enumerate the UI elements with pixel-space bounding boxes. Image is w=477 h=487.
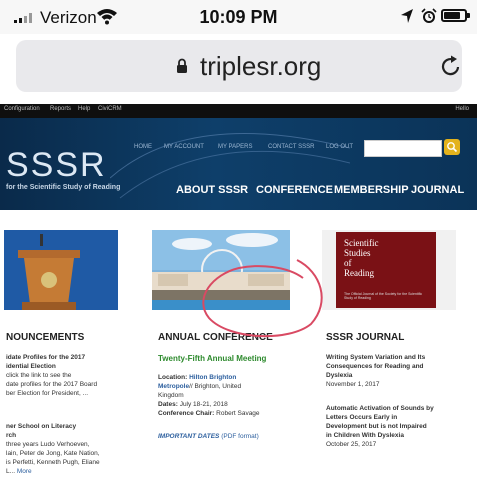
chair-label: Conference Chair: [158, 410, 215, 417]
nav-my-papers[interactable]: MY PAPERS [218, 144, 252, 150]
alarm-clock-icon [421, 8, 437, 23]
podium-icon [4, 230, 118, 310]
journal-article[interactable]: Automatic Activation of Sounds by Letter… [326, 404, 434, 449]
announcements-image[interactable] [4, 230, 118, 310]
location-arrow-icon [401, 9, 413, 23]
important-dates-link[interactable]: IMPORTANT DATES [158, 433, 219, 440]
more-link[interactable]: More [17, 468, 32, 475]
pdf-format-link[interactable]: (PDF format) [221, 433, 259, 440]
status-bar: Verizon 10:09 PM [0, 0, 477, 34]
site-search-button[interactable] [444, 139, 460, 155]
announcement-text: is Perfetti, Kenneth Pugh, Eliane [6, 459, 100, 466]
nav-log-out[interactable]: LOG OUT [326, 144, 353, 150]
location-text: Kingdom [158, 392, 184, 399]
venue-link[interactable]: Hilton Brighton [189, 374, 236, 381]
article-title[interactable]: Automatic Activation of Sounds by [326, 404, 434, 413]
announcement-title[interactable]: idate Profiles for the 2017 [6, 353, 97, 362]
conference-details: Location: Hilton Brighton Metropole// Br… [158, 373, 260, 418]
conference-subtitle: Twenty-Fifth Annual Meeting [158, 354, 267, 363]
location-text: // Brighton, United [189, 383, 242, 390]
venue-link[interactable]: Metropole [158, 383, 189, 390]
nav-about-sssr[interactable]: ABOUT SSSR [176, 184, 248, 196]
site-header: SSSR for the Scientific Study of Reading… [0, 118, 477, 210]
cover-title-line: Scientific [344, 238, 379, 248]
web-page: Configuration Reports Help CiviCRM Hello… [0, 104, 477, 487]
header-swoosh-decoration [110, 132, 350, 199]
announcement-text: date profiles for the 2017 Board [6, 381, 98, 388]
search-icon [447, 142, 458, 153]
lock-icon [177, 58, 187, 73]
announcement-text: click the link to see the [6, 372, 72, 379]
red-circle-annotation [202, 259, 323, 338]
location-label: Location: [158, 374, 188, 381]
journal-article[interactable]: Writing System Variation and Its Consequ… [326, 353, 425, 389]
site-search-input[interactable] [364, 140, 442, 157]
article-title[interactable]: Dyslexia [326, 371, 425, 380]
announcement-title[interactable]: ner School on Literacy [6, 422, 100, 431]
article-title[interactable]: Consequences for Reading and [326, 362, 425, 371]
journal-heading: SSSR JOURNAL [326, 332, 405, 343]
article-title[interactable]: Development but is not Impaired [326, 422, 434, 431]
article-title[interactable]: Letters Occurs Early in [326, 413, 434, 422]
nav-conference[interactable]: CONFERENCE [256, 184, 333, 196]
nav-home[interactable]: HOME [134, 144, 152, 150]
announcement-text: three years Ludo Verhoeven, [6, 441, 90, 448]
admin-hello: Hello [455, 106, 469, 112]
cover-subtitle: The Official Journal of the Society for … [344, 292, 423, 300]
article-date: October 25, 2017 [326, 441, 377, 448]
admin-help-link[interactable]: Help [78, 106, 90, 112]
announcement-text: ber Election for President, ... [6, 390, 89, 397]
nav-contact-sssr[interactable]: CONTACT SSSR [268, 144, 314, 150]
important-dates[interactable]: IMPORTANT DATES (PDF format) [158, 432, 259, 441]
announcements-heading: NOUNCEMENTS [6, 332, 85, 343]
address-bar[interactable]: triplesr.org [16, 40, 462, 92]
cover-title-line: of [344, 258, 352, 268]
admin-toolbar: Configuration Reports Help CiviCRM Hello [0, 104, 477, 118]
reload-icon[interactable] [440, 54, 462, 78]
article-date: November 1, 2017 [326, 381, 380, 388]
announcement-item[interactable]: idate Profiles for the 2017 idential Ele… [6, 353, 97, 398]
cover-title-line: Studies [344, 248, 371, 258]
announcement-item[interactable]: ner School on Literacy rch three years L… [6, 422, 100, 476]
admin-reports-link[interactable]: Reports [50, 106, 71, 112]
site-logo[interactable]: SSSR [6, 146, 107, 185]
url-text[interactable]: triplesr.org [200, 51, 321, 82]
nav-my-account[interactable]: MY ACCOUNT [164, 144, 204, 150]
article-title[interactable]: in Children With Dyslexia [326, 431, 434, 440]
battery-icon [441, 9, 470, 22]
dates-label: Dates: [158, 401, 178, 408]
announcement-title[interactable]: rch [6, 431, 100, 440]
announcement-text: lain, Peter de Jong, Kate Nation, [6, 450, 100, 457]
journal-cover: Scientific Studies of Reading The Offici… [336, 232, 436, 308]
dates-value: July 18-21, 2018 [179, 401, 228, 408]
chair-value: Robert Savage [216, 410, 260, 417]
article-title[interactable]: Writing System Variation and Its [326, 353, 425, 362]
cover-title-line: Reading [344, 268, 374, 278]
admin-configuration-link[interactable]: Configuration [4, 106, 40, 112]
nav-membership[interactable]: MEMBERSHIP [334, 184, 409, 196]
announcement-title[interactable]: idential Election [6, 362, 97, 371]
journal-image[interactable]: Scientific Studies of Reading The Offici… [322, 230, 456, 310]
site-tagline: for the Scientific Study of Reading [6, 184, 121, 191]
announcement-text: L... [6, 468, 16, 475]
nav-journal[interactable]: JOURNAL [411, 184, 464, 196]
admin-civicrm-link[interactable]: CiviCRM [98, 106, 122, 112]
